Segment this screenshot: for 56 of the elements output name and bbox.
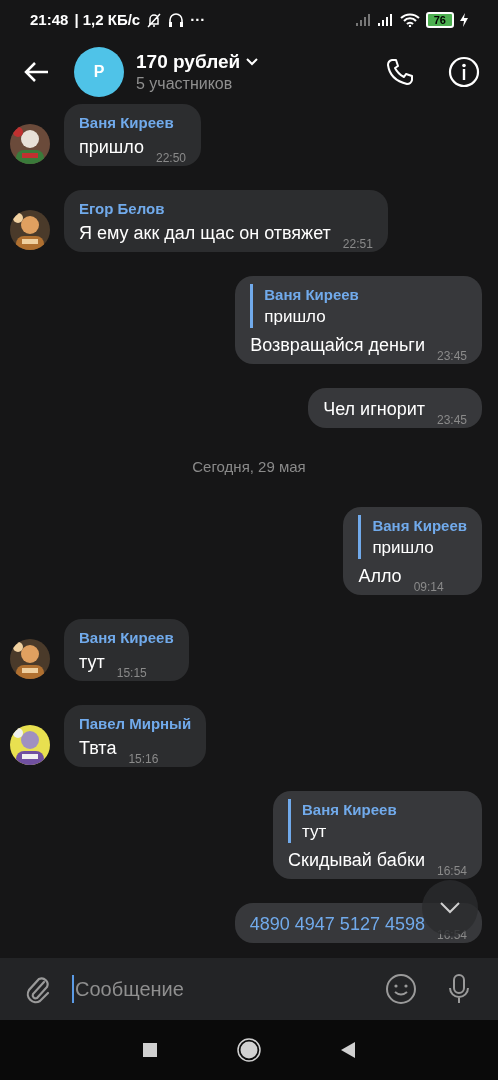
message-text: Возвращайся деньги [250,334,425,357]
date-separator: Сегодня, 29 мая [192,457,306,477]
message-time: 15:16 [128,751,159,766]
reply-text: тут [302,820,328,843]
network-speed: | 1,2 КБ/с [74,9,141,30]
message-input-bar[interactable]: Сообщение [0,958,498,1020]
message-text: Чел игнорит [323,398,425,421]
message-time: 23:45 [436,413,467,427]
message-text: Я ему акк дал щас он отвяжет [79,222,331,245]
chevron-down-icon [246,58,259,66]
member-count: 5 участников [136,74,234,94]
reply-author: Ваня Киреев [372,515,467,536]
bell-off-icon [146,12,163,28]
back-arrow-icon [23,61,49,83]
message-time: 16:54 [436,927,467,942]
sender-name: Егор Белов [79,199,166,219]
phone-icon [386,58,414,86]
reply-text: пришло [372,536,435,559]
message-text: пришло [79,136,144,159]
info-icon [448,56,480,88]
more-indicator: ··· [190,9,206,30]
sender-name: Павел Мирный [79,713,192,734]
signal-icon [377,14,394,26]
info-button[interactable] [446,54,482,90]
paperclip-icon [24,974,52,1004]
message-time: 22:51 [342,237,373,251]
message-input[interactable]: Сообщение [72,975,374,1003]
wifi-icon [399,13,420,27]
status-time: 21:48 [30,9,69,30]
chevron-down-icon [440,902,460,914]
message-time: 16:54 [436,863,467,878]
emoji-button[interactable] [384,972,418,1006]
bolt-icon [460,13,468,27]
reply-text: пришло [264,306,327,328]
message-time: 22:50 [155,151,186,165]
battery-level: 76 [425,12,454,28]
smiley-icon [385,973,417,1005]
message-time: 09:14 [413,579,444,594]
signal-icon [355,14,372,26]
group-avatar: Р [74,47,124,97]
reply-author: Ваня Киреев [264,285,360,305]
message-text: тут [79,650,105,674]
back-icon[interactable] [341,1042,355,1058]
chat-title[interactable]: 170 рублей [136,50,241,74]
headphones-icon [168,12,185,28]
microphone-icon [447,973,471,1005]
message-time: 23:45 [436,349,467,363]
message-text: Твта [79,736,117,760]
card-number-link[interactable]: 4890 4947 5127 4598 [249,910,425,937]
reply-author: Ваня Киреев [302,799,398,820]
home-icon[interactable] [237,1038,261,1062]
message-text: Скидывай бабки [288,848,425,872]
message-text: Алло [358,564,402,588]
sender-name: Ваня Киреев [79,113,175,133]
sender-name: Ваня Киреев [79,627,174,648]
message-time: 15:15 [116,665,147,680]
